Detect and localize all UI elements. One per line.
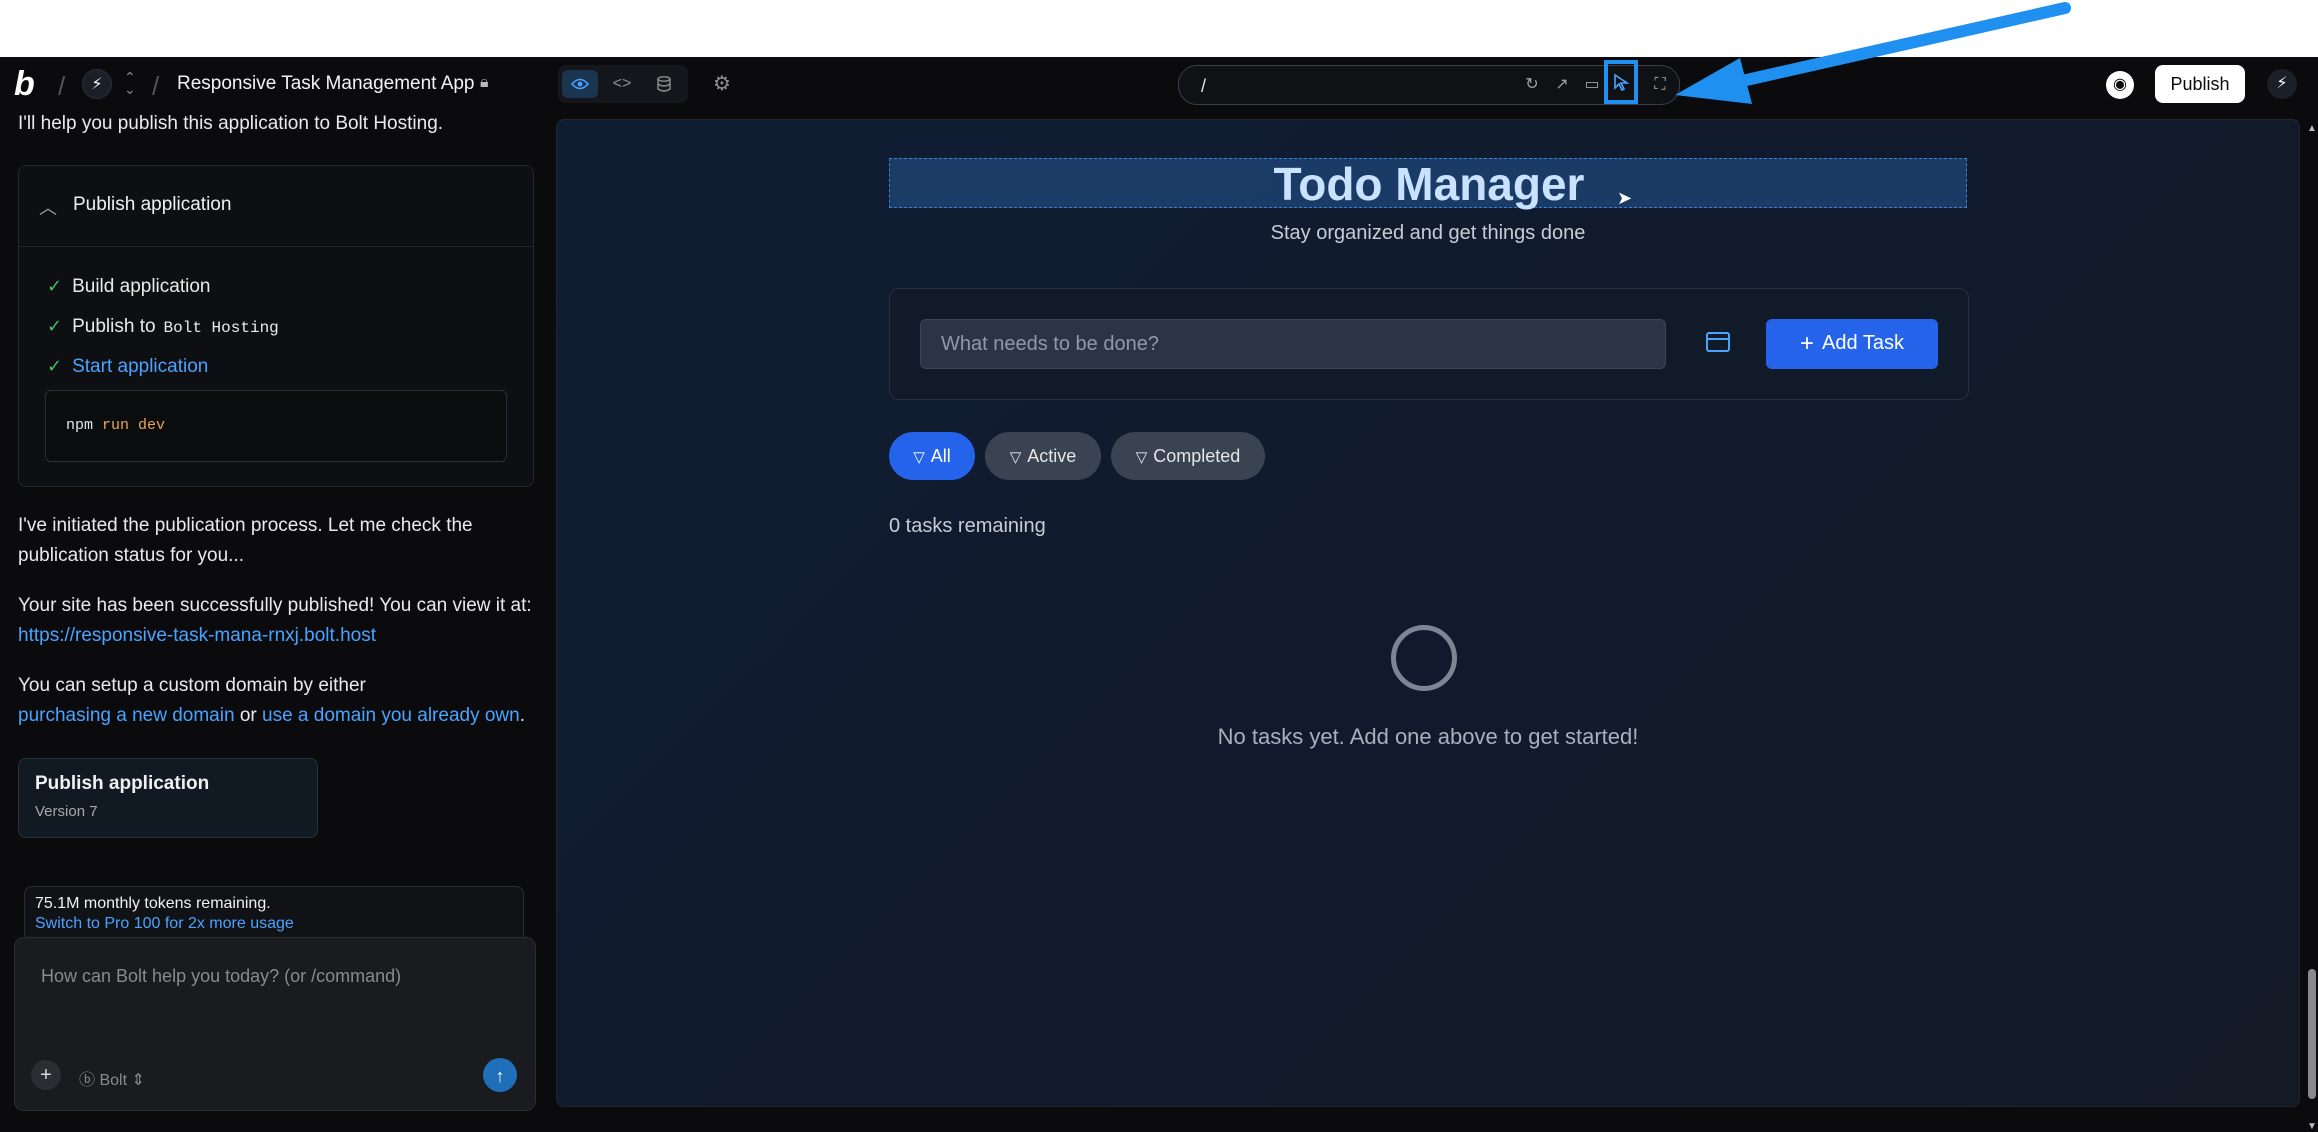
reload-icon[interactable]: ↻ bbox=[1521, 74, 1543, 96]
command-text: npm run dev bbox=[66, 417, 166, 434]
mouse-cursor-icon: ➤ bbox=[1617, 188, 1633, 208]
task-input[interactable] bbox=[920, 319, 1666, 369]
app-preview: Todo Manager ➤ Stay organized and get th… bbox=[556, 119, 2300, 1107]
add-attachment-button[interactable]: + bbox=[31, 1060, 61, 1090]
assistant-message: I've initiated the publication process. … bbox=[18, 515, 473, 566]
artifact-version: Version 7 bbox=[35, 803, 98, 820]
app-title: Todo Manager bbox=[1273, 158, 1585, 210]
empty-state-message: No tasks yet. Add one above to get start… bbox=[1217, 724, 1639, 749]
selected-element-highlight[interactable]: Todo Manager bbox=[889, 158, 1967, 210]
filter-active-button[interactable]: ▽ Active bbox=[985, 432, 1101, 480]
published-site-link[interactable]: https://responsive-task-mana-rnxj.bolt.h… bbox=[18, 625, 376, 646]
bolt-menu-icon[interactable]: ⚡ bbox=[2267, 69, 2297, 99]
check-icon: ✓ bbox=[47, 316, 63, 336]
check-icon: ✓ bbox=[47, 276, 63, 296]
project-switcher-icon[interactable]: ⌃ ⌄ bbox=[124, 70, 136, 96]
check-icon: ✓ bbox=[47, 356, 63, 376]
github-icon[interactable]: ◉ bbox=[2106, 71, 2134, 99]
separator: / bbox=[152, 71, 160, 101]
command-box: npm run dev bbox=[45, 390, 507, 462]
token-usage-banner: 75.1M monthly tokens remaining. Switch t… bbox=[24, 886, 524, 940]
empty-state-circle-icon bbox=[1391, 625, 1457, 691]
upgrade-link[interactable]: Switch to Pro 100 for 2x more usage bbox=[35, 915, 294, 933]
credit-card-icon[interactable] bbox=[1706, 332, 1730, 352]
top-margin bbox=[0, 0, 2318, 57]
chevron-up-icon[interactable]: ︿ bbox=[39, 194, 57, 220]
fullscreen-icon[interactable]: ⛶ bbox=[1649, 74, 1671, 96]
database-icon[interactable] bbox=[646, 70, 682, 98]
model-selector[interactable]: ⓑ Bolt ⇕ bbox=[79, 1066, 145, 1090]
chevron-updown-icon: ⇕ bbox=[131, 1072, 145, 1089]
assistant-message: Your site has been successfully publishe… bbox=[18, 595, 532, 646]
artifact-title: Publish application bbox=[35, 773, 210, 794]
preview-url-bar: ↻ ↗ ▭ ⛶ bbox=[1178, 60, 1680, 105]
publish-artifact-card[interactable]: Publish application Version 7 bbox=[18, 758, 318, 838]
assistant-message: I'll help you publish this application t… bbox=[18, 113, 444, 134]
url-input[interactable] bbox=[1199, 75, 1503, 98]
filter-all-button[interactable]: ▽ All bbox=[889, 432, 975, 480]
app-header: b / ⚡ ⌃ ⌄ / Responsive Task Management Ap… bbox=[0, 57, 2318, 113]
element-selector-icon[interactable] bbox=[1604, 60, 1638, 104]
plus-icon: + bbox=[1800, 330, 1815, 357]
send-button[interactable]: ↑ bbox=[483, 1058, 517, 1092]
purchase-domain-link[interactable]: purchasing a new domain bbox=[18, 705, 235, 726]
new-task-card: +Add Task bbox=[889, 288, 1969, 400]
filter-icon: ▽ bbox=[913, 448, 925, 466]
bolt-logo[interactable]: b bbox=[14, 67, 44, 101]
gear-icon[interactable]: ⚙ bbox=[708, 71, 736, 99]
lock-icon: 🔒︎ bbox=[480, 74, 489, 91]
publish-action-card: ︿ Publish application ✓ Build application… bbox=[18, 165, 534, 487]
scrollbar[interactable]: ▲ ▼ bbox=[2304, 119, 2318, 1132]
assistant-message: You can setup a custom domain by either … bbox=[18, 675, 525, 726]
project-title[interactable]: Responsive Task Management App bbox=[177, 73, 475, 95]
step-build: ✓ Build application bbox=[47, 276, 211, 297]
app-subtitle: Stay organized and get things done bbox=[1270, 222, 1586, 244]
scroll-down-icon[interactable]: ▼ bbox=[2307, 1121, 2317, 1132]
publish-button[interactable]: Publish bbox=[2155, 65, 2245, 103]
step-publish: ✓ Publish to Bolt Hosting bbox=[47, 316, 279, 337]
bolt-badge-icon[interactable]: ⚡ bbox=[82, 69, 112, 99]
tokens-remaining: 75.1M monthly tokens remaining. bbox=[35, 895, 271, 912]
filter-icon: ▽ bbox=[1135, 448, 1148, 466]
filter-icon: ▽ bbox=[1009, 448, 1022, 466]
existing-domain-link[interactable]: use a domain you already own bbox=[262, 705, 520, 726]
scroll-up-icon[interactable]: ▲ bbox=[2307, 123, 2317, 134]
separator: / bbox=[58, 71, 66, 101]
devices-icon[interactable]: ▭ bbox=[1581, 74, 1603, 96]
step-start: ✓ Start application bbox=[47, 356, 209, 377]
bolt-small-icon: ⓑ bbox=[79, 1072, 96, 1089]
publish-card-header[interactable]: ︿ Publish application bbox=[19, 166, 533, 247]
preview-eye-icon[interactable] bbox=[562, 70, 598, 98]
code-icon[interactable]: <> bbox=[604, 70, 640, 98]
chat-panel: I'll help you publish this application t… bbox=[0, 113, 548, 1125]
chat-composer: + ⓑ Bolt ⇕ ↑ bbox=[14, 937, 536, 1111]
chat-input[interactable] bbox=[39, 964, 513, 1028]
add-task-button[interactable]: + Add Task bbox=[1766, 319, 1938, 369]
scroll-thumb[interactable] bbox=[2308, 969, 2316, 1099]
external-link-icon[interactable]: ↗ bbox=[1551, 74, 1573, 96]
tasks-remaining: 0 tasks remaining bbox=[889, 515, 1046, 537]
filter-completed-button[interactable]: ▽ Completed bbox=[1111, 432, 1265, 480]
publish-card-title: Publish application bbox=[73, 194, 232, 215]
view-switcher: <> bbox=[558, 65, 688, 103]
